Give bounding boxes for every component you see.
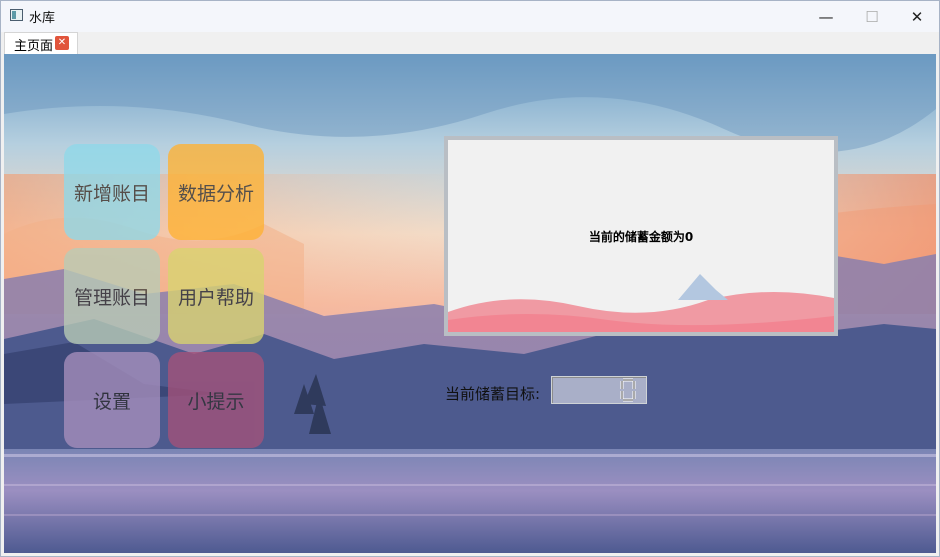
tips-label: 小提示 (187, 390, 245, 413)
app-window: 水库 — ☐ ✕ 主页面 ✕ 新增账目 数据分析 管理账目 用户帮助 设置 小提… (0, 0, 940, 557)
close-window-button[interactable]: ✕ (894, 1, 940, 32)
manage-entries-label: 管理账目 (73, 286, 150, 309)
data-analysis-button[interactable]: 数据分析 (168, 144, 264, 240)
lcd-digit (620, 378, 636, 402)
tips-button[interactable]: 小提示 (168, 352, 264, 448)
add-entry-label: 新增账目 (73, 182, 150, 205)
tab-home-label: 主页面 (14, 39, 54, 54)
user-help-label: 用户帮助 (177, 286, 254, 309)
minimize-button[interactable]: — (803, 1, 849, 32)
savings-amount-text: 当前的储蓄金额为0 (588, 230, 694, 244)
minimize-icon: — (818, 7, 834, 26)
maximize-icon: ☐ (865, 7, 879, 26)
add-entry-button[interactable]: 新增账目 (64, 144, 160, 240)
data-analysis-label: 数据分析 (177, 182, 254, 205)
savings-goal-label: 当前储蓄目标: (445, 385, 541, 403)
settings-label: 设置 (92, 390, 131, 413)
tab-home[interactable]: 主页面 ✕ (4, 32, 78, 54)
user-help-button[interactable]: 用户帮助 (168, 248, 264, 344)
window-title: 水库 (29, 11, 56, 26)
savings-display: 当前的储蓄金额为0 (444, 136, 838, 336)
savings-goal-lcd (551, 376, 647, 404)
tab-close-icon[interactable]: ✕ (55, 36, 69, 50)
title-bar: 水库 — ☐ ✕ (1, 1, 939, 32)
manage-entries-button[interactable]: 管理账目 (64, 248, 160, 344)
tab-bar: 主页面 ✕ (1, 32, 939, 54)
main-content: 新增账目 数据分析 管理账目 用户帮助 设置 小提示 当前的储蓄金额为0 当前储… (4, 54, 936, 553)
settings-button[interactable]: 设置 (64, 352, 160, 448)
close-icon: ✕ (910, 7, 924, 26)
maximize-button[interactable]: ☐ (849, 1, 895, 32)
app-icon (10, 9, 23, 21)
